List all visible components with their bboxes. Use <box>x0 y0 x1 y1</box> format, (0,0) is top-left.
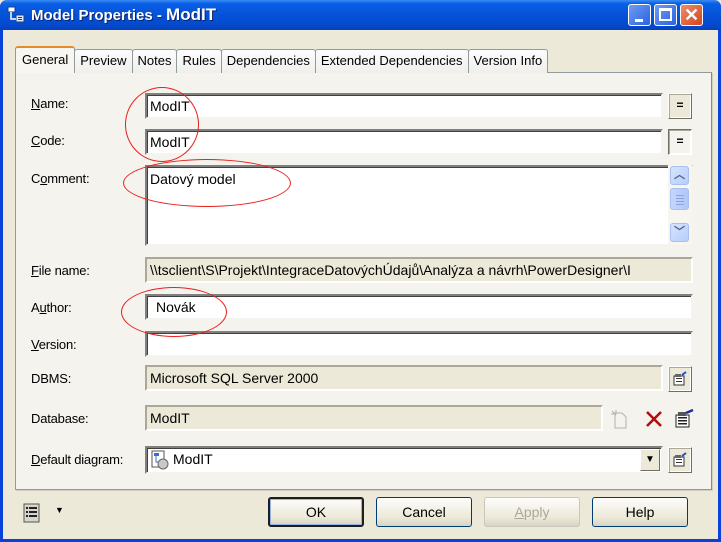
properties-icon <box>673 452 687 467</box>
dbms-field: Microsoft SQL Server 2000 <box>145 365 663 391</box>
default-diagram-properties-button[interactable] <box>668 447 692 473</box>
name-label: Name: <box>31 96 69 111</box>
window-title: Model Properties - ModIT <box>31 5 216 25</box>
name-label-accel: N <box>31 96 41 111</box>
name-label-text: ame: <box>40 96 69 111</box>
tab-rules[interactable]: Rules <box>176 49 222 73</box>
ok-button[interactable]: OK <box>268 497 364 527</box>
author-label-text: thor: <box>46 300 72 315</box>
comment-label-text: mment: <box>47 171 90 186</box>
default-diagram-combobox[interactable]: ModIT ▼ <box>145 446 663 474</box>
close-button[interactable]: ✕ <box>680 4 703 26</box>
minimize-button[interactable] <box>628 4 651 26</box>
title-model-name: ModIT <box>166 5 217 24</box>
file-name-field: \\tsclient\S\Projekt\IntegraceDatovýchÚd… <box>145 257 693 283</box>
default-diagram-label-text: efault diagram: <box>40 452 124 467</box>
version-input[interactable] <box>145 331 693 357</box>
tab-general[interactable]: General <box>15 46 76 73</box>
database-label: Database: <box>31 411 89 426</box>
comment-scrollbar[interactable]: ︿ ﹀ <box>668 165 692 245</box>
apply-accel: A <box>514 504 524 520</box>
code-label: Code: <box>31 133 65 148</box>
cancel-button[interactable]: Cancel <box>376 497 472 527</box>
version-label: Version: <box>31 337 77 352</box>
new-database-icon[interactable] <box>609 408 631 430</box>
dbms-properties-button[interactable] <box>668 366 692 392</box>
author-label: Author: <box>31 300 72 315</box>
scroll-thumb[interactable] <box>670 188 689 210</box>
apply-button[interactable]: Apply <box>484 497 580 527</box>
delete-database-icon[interactable] <box>643 408 665 430</box>
tab-notes[interactable]: Notes <box>131 49 178 73</box>
maximize-icon <box>659 8 672 21</box>
scroll-down-button[interactable]: ﹀ <box>670 223 689 242</box>
code-label-text: ode: <box>40 133 65 148</box>
title-prefix: Model Properties - <box>31 7 167 24</box>
tab-version-info[interactable]: Version Info <box>467 49 549 73</box>
dropdown-arrow-button[interactable]: ▼ <box>640 449 660 471</box>
comment-label-pre: C <box>31 171 41 186</box>
database-properties-icon[interactable] <box>673 407 695 429</box>
comment-label: Comment: <box>31 171 90 186</box>
tab-dependencies[interactable]: Dependencies <box>220 49 316 73</box>
properties-icon <box>673 371 687 386</box>
version-label-accel: V <box>31 337 39 352</box>
comment-textarea[interactable]: Datový model <box>145 165 693 246</box>
maximize-button[interactable] <box>654 4 677 26</box>
title-bar[interactable]: Model Properties - ModIT ✕ <box>0 0 721 30</box>
apply-label: pply <box>523 504 550 520</box>
help-button[interactable]: Help <box>592 497 688 527</box>
chevron-down-icon: ▼ <box>645 454 655 465</box>
file-name-label: File name: <box>31 263 90 278</box>
model-app-icon <box>7 6 25 23</box>
version-label-text: ersion: <box>38 337 77 352</box>
code-input[interactable]: ModIT <box>145 129 663 155</box>
tab-extended-dependencies[interactable]: Extended Dependencies <box>314 49 469 73</box>
minimize-icon <box>635 19 643 22</box>
file-name-label-accel: F <box>31 263 39 278</box>
close-icon: ✕ <box>683 5 700 25</box>
tab-strip: General Preview Notes Rules Dependencies… <box>15 46 549 73</box>
scroll-up-button[interactable]: ︿ <box>670 166 689 185</box>
tab-preview[interactable]: Preview <box>74 49 133 73</box>
code-name-sync-toggle[interactable]: = <box>668 129 692 155</box>
default-diagram-label: Default diagram: <box>31 452 123 467</box>
model-properties-dialog: Model Properties - ModIT ✕ General Previ… <box>0 0 721 542</box>
default-diagram-label-accel: D <box>31 452 41 467</box>
menu-dropdown-arrow-icon[interactable]: ▼ <box>55 505 64 515</box>
name-input[interactable]: ModIT <box>145 93 663 119</box>
name-code-sync-button[interactable]: = <box>668 93 692 119</box>
dbms-label: DBMS: <box>31 371 72 386</box>
author-label-accel: u <box>39 300 47 315</box>
default-diagram-value: ModIT <box>173 451 213 467</box>
code-label-accel: C <box>31 133 41 148</box>
diagram-icon <box>151 450 169 470</box>
author-input[interactable]: Novák <box>145 294 693 320</box>
file-name-label-text: ile name: <box>38 263 90 278</box>
database-field: ModIT <box>145 405 603 431</box>
property-sheet-menu-icon[interactable] <box>22 502 42 524</box>
